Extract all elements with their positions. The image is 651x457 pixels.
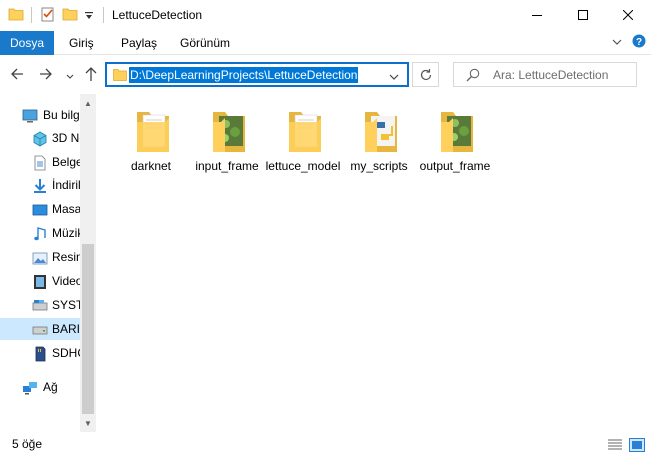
file-list: darknet input_frame lettuce_model my_scr… [97, 94, 651, 432]
nav-item-3d-objects[interactable]: 3D Nesneler [0, 127, 80, 149]
item-count: 5 öğe [12, 437, 43, 451]
desktop-icon [32, 202, 48, 218]
network-icon [22, 380, 38, 396]
sd-card-icon [32, 346, 48, 362]
folder-python-icon [361, 106, 401, 154]
nav-item-label: SDHC [52, 346, 80, 360]
title-bar: LettuceDetection [0, 0, 651, 31]
maximize-icon [578, 10, 588, 20]
nav-item-label: Masaüstü [52, 202, 80, 216]
nav-item-label: Ağ [43, 380, 58, 394]
file-name: lettuce_model [265, 159, 341, 173]
nav-item-music[interactable]: Müzik [0, 222, 80, 244]
back-arrow-icon [11, 68, 23, 80]
customize-toolbar-icon[interactable] [84, 10, 94, 24]
search-placeholder: Ara: LettuceDetection [493, 68, 609, 82]
file-name: my_scripts [350, 159, 408, 173]
folder-images-icon [437, 106, 477, 154]
up-button[interactable] [84, 66, 98, 85]
chevron-down-icon[interactable] [389, 70, 399, 84]
address-bar[interactable]: D:\DeepLearningProjects\LettuceDetection [105, 62, 409, 87]
address-path[interactable]: D:\DeepLearningProjects\LettuceDetection [129, 67, 359, 83]
file-name: darknet [130, 159, 172, 173]
scroll-up-icon[interactable]: ▲ [82, 98, 94, 110]
svg-text:?: ? [636, 37, 642, 48]
documents-icon [32, 155, 48, 171]
computer-icon [22, 108, 38, 124]
drive-icon [32, 298, 48, 314]
search-box[interactable]: Ara: LettuceDetection [453, 62, 637, 87]
videos-icon [32, 274, 48, 290]
file-name: input_frame [195, 159, 259, 173]
folder-item[interactable]: my_scripts [341, 106, 417, 186]
expand-ribbon-icon[interactable] [611, 36, 623, 51]
nav-item-label: Belgeler [52, 155, 80, 169]
minimize-icon [532, 15, 542, 16]
nav-item-label: Bu bilgisayar [43, 108, 80, 122]
scroll-down-icon[interactable]: ▼ [82, 418, 94, 430]
nav-item-system-drive[interactable]: SYSTEM [0, 294, 80, 316]
recent-locations-button[interactable] [66, 70, 74, 84]
downloads-icon [32, 178, 48, 194]
tab-home[interactable]: Giriş [69, 31, 94, 55]
nav-item-desktop[interactable]: Masaüstü [0, 198, 80, 220]
navigation-pane: Bu bilgisayar 3D Nesneler Belgeler İndir… [0, 94, 96, 432]
up-arrow-icon [85, 67, 97, 81]
nav-item-videos[interactable]: Videolar [0, 270, 80, 292]
nav-item-label: Videolar [52, 274, 80, 288]
refresh-icon [420, 69, 432, 81]
forward-arrow-icon [40, 68, 52, 80]
folder-item[interactable]: output_frame [417, 106, 493, 186]
music-icon [32, 226, 48, 242]
window-title: LettuceDetection [112, 8, 203, 22]
minimize-button[interactable] [514, 0, 560, 30]
nav-item-documents[interactable]: Belgeler [0, 151, 80, 173]
folder-item[interactable]: lettuce_model [265, 106, 341, 186]
nav-item-this-pc[interactable]: Bu bilgisayar [0, 104, 80, 126]
drive-icon [32, 322, 48, 338]
chevron-down-icon [66, 74, 74, 79]
status-bar: 5 öğe [0, 432, 651, 457]
back-button[interactable] [10, 67, 24, 84]
nav-item-label: Resimler [52, 250, 80, 264]
properties-icon[interactable] [40, 6, 56, 25]
pictures-icon [32, 250, 48, 266]
folder-documents-icon [285, 106, 325, 154]
nav-item-sdhc[interactable]: SDHC [0, 342, 80, 364]
nav-item-label: SYSTEM [52, 298, 80, 312]
nav-item-baris-drive[interactable]: BARIS [0, 318, 80, 340]
tab-view[interactable]: Görünüm [180, 31, 230, 55]
folder-item[interactable]: input_frame [189, 106, 265, 186]
folder-icon [113, 68, 127, 84]
3d-objects-icon [32, 131, 48, 147]
nav-item-downloads[interactable]: İndirilenler [0, 174, 80, 196]
folder-icon[interactable] [8, 6, 24, 25]
ribbon-tabs: Dosya Giriş Paylaş Görünüm ? [0, 31, 651, 55]
tab-share[interactable]: Paylaş [121, 31, 157, 55]
nav-item-pictures[interactable]: Resimler [0, 246, 80, 268]
nav-item-label: Müzik [52, 226, 80, 240]
nav-item-network[interactable]: Ağ [0, 376, 80, 398]
nav-item-label: İndirilenler [52, 178, 80, 192]
folder-item[interactable]: darknet [113, 106, 189, 186]
close-button[interactable] [605, 0, 651, 30]
details-view-icon[interactable] [607, 438, 623, 452]
maximize-button[interactable] [560, 0, 606, 30]
navigation-bar: D:\DeepLearningProjects\LettuceDetection… [0, 56, 651, 94]
file-name: output_frame [419, 159, 491, 173]
tab-file[interactable]: Dosya [0, 31, 54, 55]
large-icons-view-icon[interactable] [629, 438, 645, 452]
nav-item-label: 3D Nesneler [52, 131, 80, 145]
new-folder-icon[interactable] [62, 6, 78, 25]
folder-images-icon [209, 106, 249, 154]
nav-scroll-thumb[interactable] [82, 244, 94, 414]
nav-item-label: BARIS [52, 322, 80, 336]
folder-documents-icon [133, 106, 173, 154]
search-icon [466, 68, 480, 82]
refresh-button[interactable] [412, 62, 439, 87]
help-icon[interactable]: ? [632, 34, 646, 51]
forward-button[interactable] [39, 67, 53, 84]
close-icon [623, 10, 633, 20]
